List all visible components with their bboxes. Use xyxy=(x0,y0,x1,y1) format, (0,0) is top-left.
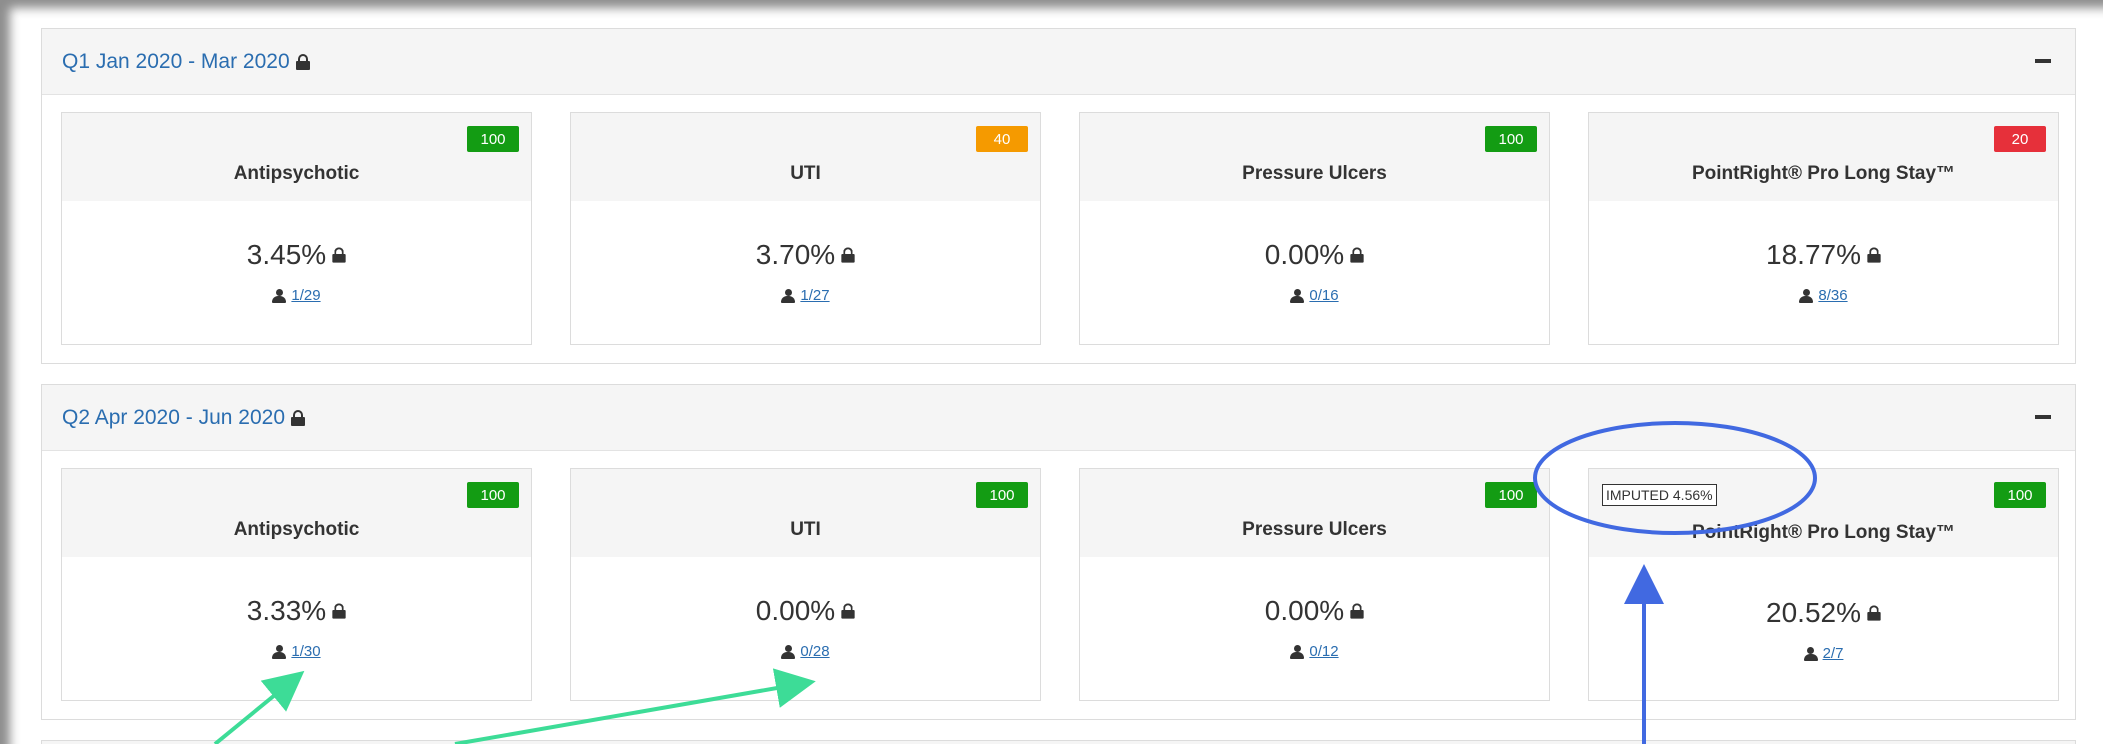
metric-card-pressure-ulcers: 100 Pressure Ulcers 0.00% 0/12 xyxy=(1079,468,1550,701)
card-title: PointRight® Pro Long Stay™ xyxy=(1691,522,1956,543)
person-icon xyxy=(272,288,287,303)
lock-icon xyxy=(1350,247,1364,263)
score-badge: 100 xyxy=(976,482,1028,508)
metric-value: 0.00% xyxy=(1264,239,1345,270)
lock-icon xyxy=(295,53,310,70)
section-title[interactable]: Q2 Apr 2020 - Jun 2020 xyxy=(62,406,285,430)
metric-value: 0.00% xyxy=(1264,595,1345,626)
metric-value: 3.33% xyxy=(246,595,327,626)
resident-count-link[interactable]: 1/30 xyxy=(291,643,320,660)
resident-count-link[interactable]: 1/29 xyxy=(291,287,320,304)
metric-value: 3.70% xyxy=(755,239,836,270)
resident-count-link[interactable]: 1/27 xyxy=(800,287,829,304)
resident-count-link[interactable]: 0/12 xyxy=(1309,643,1338,660)
resident-count-link[interactable]: 2/7 xyxy=(1823,645,1844,662)
section-header: Q2 Apr 2020 - Jun 2020 xyxy=(42,385,2075,451)
person-icon xyxy=(272,644,287,659)
metric-value: 0.00% xyxy=(755,595,836,626)
metric-value: 20.52% xyxy=(1766,597,1861,628)
resident-count-link[interactable]: 0/16 xyxy=(1309,287,1338,304)
score-badge: 100 xyxy=(467,126,519,152)
resident-count-link[interactable]: 0/28 xyxy=(800,643,829,660)
metric-card-pointright: IMPUTED 4.56% 100 PointRight® Pro Long S… xyxy=(1588,468,2059,701)
person-icon xyxy=(1290,644,1305,659)
card-title: UTI xyxy=(790,163,821,184)
person-icon xyxy=(1799,288,1814,303)
quarter-section-q2: Q2 Apr 2020 - Jun 2020 100 Antipsychotic… xyxy=(41,384,2076,720)
metric-card-pointright: 20 PointRight® Pro Long Stay™ 18.77% 8/3… xyxy=(1588,112,2059,345)
lock-icon xyxy=(841,603,855,619)
metric-value: 18.77% xyxy=(1766,239,1861,270)
card-title: Antipsychotic xyxy=(233,519,360,540)
card-title: Antipsychotic xyxy=(233,163,360,184)
card-title: Pressure Ulcers xyxy=(1242,519,1387,540)
person-icon xyxy=(1803,646,1818,661)
lock-icon xyxy=(841,247,855,263)
metric-card-uti: 100 UTI 0.00% 0/28 xyxy=(570,468,1041,701)
score-badge: 100 xyxy=(1485,126,1537,152)
card-title: Pressure Ulcers xyxy=(1242,163,1387,184)
metric-card-pressure-ulcers: 100 Pressure Ulcers 0.00% 0/16 xyxy=(1079,112,1550,345)
section-header: Q1 Jan 2020 - Mar 2020 xyxy=(42,29,2075,95)
section-title[interactable]: Q1 Jan 2020 - Mar 2020 xyxy=(62,50,290,74)
card-title: UTI xyxy=(790,519,821,540)
imputed-label: IMPUTED 4.56% xyxy=(1602,484,1717,506)
person-icon xyxy=(1290,288,1305,303)
score-badge: 20 xyxy=(1994,126,2046,152)
lock-icon xyxy=(1350,603,1364,619)
card-title: PointRight® Pro Long Stay™ xyxy=(1691,163,1956,184)
score-badge: 100 xyxy=(1994,482,2046,508)
lock-icon xyxy=(1867,605,1881,621)
lock-icon xyxy=(332,247,346,263)
metric-card-antipsychotic: 100 Antipsychotic 3.45% 1/29 xyxy=(61,112,532,345)
metric-card-antipsychotic: 100 Antipsychotic 3.33% 1/30 xyxy=(61,468,532,701)
metric-value: 3.45% xyxy=(246,239,327,270)
next-section-edge xyxy=(41,740,2076,744)
lock-icon xyxy=(1867,247,1881,263)
score-badge: 100 xyxy=(467,482,519,508)
score-badge: 40 xyxy=(976,126,1028,152)
section-title-link[interactable]: Q2 Apr 2020 - Jun 2020 xyxy=(62,406,305,430)
metric-card-uti: 40 UTI 3.70% 1/27 xyxy=(570,112,1041,345)
quarter-section-q1: Q1 Jan 2020 - Mar 2020 100 Antipsychotic… xyxy=(41,28,2076,364)
collapse-icon[interactable] xyxy=(2035,59,2051,63)
score-badge: 100 xyxy=(1485,482,1537,508)
collapse-icon[interactable] xyxy=(2035,415,2051,419)
lock-icon xyxy=(332,603,346,619)
resident-count-link[interactable]: 8/36 xyxy=(1818,287,1847,304)
person-icon xyxy=(781,288,796,303)
person-icon xyxy=(781,644,796,659)
section-title-link[interactable]: Q1 Jan 2020 - Mar 2020 xyxy=(62,50,310,74)
lock-icon xyxy=(291,409,305,426)
